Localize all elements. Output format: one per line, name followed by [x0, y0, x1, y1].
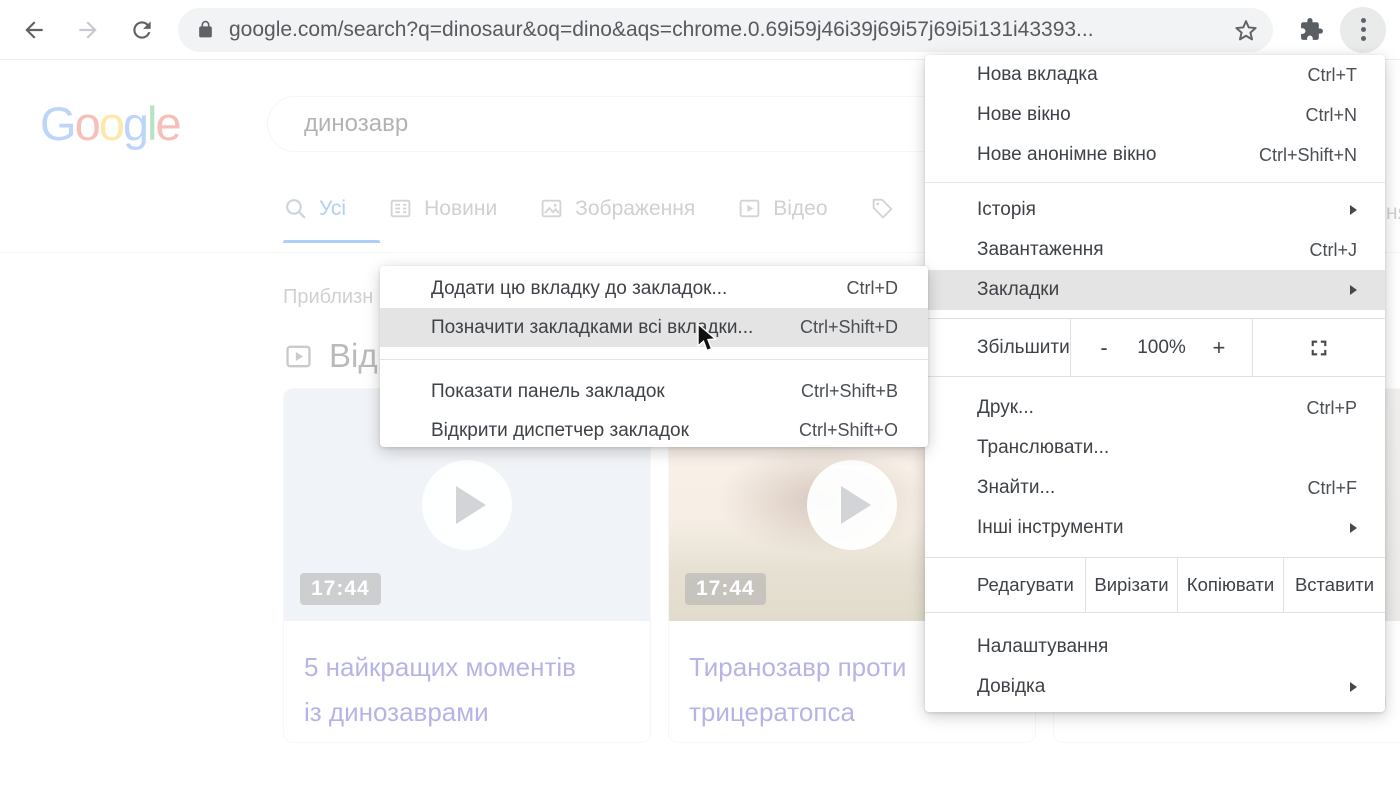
lock-icon	[196, 20, 215, 39]
menu-divider	[380, 359, 928, 360]
menu-spacer	[925, 613, 1385, 627]
menu-item-find[interactable]: Знайти... Ctrl+F	[925, 468, 1385, 508]
cut-button[interactable]: Вирізати	[1085, 558, 1177, 612]
menu-item-shortcut: Ctrl+T	[1308, 65, 1358, 86]
menu-item-label: Завантаження	[977, 239, 1309, 261]
submenu-item-bookmark-manager[interactable]: Відкрити диспетчер закладок Ctrl+Shift+O	[380, 411, 928, 450]
menu-item-label: Знайти...	[977, 477, 1308, 499]
menu-item-history[interactable]: Історія	[925, 190, 1385, 230]
menu-item-label: Додати цю вкладку до закладок...	[431, 278, 846, 300]
extensions-puzzle-icon[interactable]	[1299, 17, 1324, 42]
submenu-arrow-icon	[1350, 205, 1357, 215]
edit-label: Редагувати	[925, 558, 1085, 612]
address-bar[interactable]: google.com/search?q=dinosaur&oq=dino&aqs…	[178, 8, 1273, 52]
zoom-in-button[interactable]: +	[1208, 335, 1230, 361]
menu-zoom-row: Збільшити - 100% +	[925, 318, 1385, 377]
menu-item-settings[interactable]: Налаштування	[925, 627, 1385, 667]
fullscreen-button[interactable]	[1253, 319, 1385, 376]
menu-item-label: Відкрити диспетчер закладок	[431, 420, 799, 442]
menu-spacer	[925, 377, 1385, 388]
submenu-item-show-bookmarks-bar[interactable]: Показати панель закладок Ctrl+Shift+B	[380, 372, 928, 411]
submenu-arrow-icon	[1350, 285, 1357, 295]
reload-button[interactable]	[128, 16, 156, 44]
back-arrow-icon	[21, 17, 47, 43]
forward-arrow-icon	[75, 17, 101, 43]
back-button[interactable]	[20, 16, 48, 44]
bookmark-star-icon[interactable]	[1233, 17, 1259, 43]
menu-item-label: Нове анонімне вікно	[977, 144, 1259, 166]
menu-item-new-tab[interactable]: Нова вкладка Ctrl+T	[925, 55, 1385, 95]
menu-item-downloads[interactable]: Завантаження Ctrl+J	[925, 230, 1385, 270]
menu-item-label: Транслювати...	[977, 437, 1357, 459]
submenu-arrow-icon	[1350, 523, 1357, 533]
menu-item-shortcut: Ctrl+D	[846, 278, 898, 299]
chrome-menu: Нова вкладка Ctrl+T Нове вікно Ctrl+N Но…	[925, 55, 1385, 712]
menu-item-shortcut: Ctrl+N	[1305, 105, 1357, 126]
browser-window: google.com/search?q=dinosaur&oq=dino&aqs…	[0, 0, 1400, 787]
url-text[interactable]: google.com/search?q=dinosaur&oq=dino&aqs…	[229, 18, 1233, 42]
reload-icon	[129, 17, 155, 43]
menu-item-label: Довідка	[977, 676, 1350, 698]
menu-item-help[interactable]: Довідка	[925, 667, 1385, 707]
kebab-dots-icon	[1361, 18, 1366, 41]
menu-item-shortcut: Ctrl+P	[1306, 398, 1357, 419]
zoom-level: 100%	[1137, 337, 1186, 359]
menu-item-print[interactable]: Друк... Ctrl+P	[925, 388, 1385, 428]
submenu-item-bookmark-all-tabs[interactable]: Позначити закладками всі вкладки... Ctrl…	[380, 308, 928, 347]
forward-button[interactable]	[74, 16, 102, 44]
menu-edit-row: Редагувати Вирізати Копіювати Вставити	[925, 557, 1385, 613]
menu-item-label: Історія	[977, 199, 1350, 221]
browser-toolbar: google.com/search?q=dinosaur&oq=dino&aqs…	[0, 0, 1400, 60]
bookmarks-submenu: Додати цю вкладку до закладок... Ctrl+D …	[380, 266, 928, 447]
mouse-cursor	[692, 322, 722, 356]
menu-item-label: Друк...	[977, 397, 1306, 419]
menu-item-cast[interactable]: Транслювати...	[925, 428, 1385, 468]
menu-item-bookmarks[interactable]: Закладки	[925, 270, 1385, 310]
menu-item-more-tools[interactable]: Інші інструменти	[925, 508, 1385, 548]
chrome-menu-button[interactable]	[1340, 7, 1386, 53]
menu-item-label: Нова вкладка	[977, 64, 1308, 86]
menu-item-shortcut: Ctrl+Shift+N	[1259, 145, 1357, 166]
paste-button[interactable]: Вставити	[1283, 558, 1385, 612]
menu-item-label: Нове вікно	[977, 104, 1305, 126]
menu-item-label: Налаштування	[977, 636, 1357, 658]
menu-item-label: Інші інструменти	[977, 517, 1350, 539]
menu-divider	[925, 182, 1385, 183]
menu-item-shortcut: Ctrl+Shift+B	[801, 381, 898, 402]
menu-item-shortcut: Ctrl+J	[1309, 240, 1357, 261]
menu-item-new-incognito-window[interactable]: Нове анонімне вікно Ctrl+Shift+N	[925, 135, 1385, 175]
menu-item-label: Позначити закладками всі вкладки...	[431, 317, 800, 339]
zoom-label: Збільшити	[925, 319, 1070, 376]
submenu-arrow-icon	[1350, 682, 1357, 692]
zoom-controls: - 100% +	[1070, 319, 1253, 376]
fullscreen-icon	[1308, 337, 1330, 359]
copy-button[interactable]: Копіювати	[1177, 558, 1283, 612]
menu-item-label: Показати панель закладок	[431, 381, 801, 403]
submenu-item-bookmark-this-tab[interactable]: Додати цю вкладку до закладок... Ctrl+D	[380, 269, 928, 308]
menu-item-new-window[interactable]: Нове вікно Ctrl+N	[925, 95, 1385, 135]
zoom-out-button[interactable]: -	[1093, 335, 1115, 361]
menu-item-shortcut: Ctrl+Shift+D	[800, 317, 898, 338]
menu-item-shortcut: Ctrl+F	[1308, 478, 1358, 499]
menu-item-shortcut: Ctrl+Shift+O	[799, 420, 898, 441]
menu-item-label: Закладки	[977, 279, 1350, 301]
